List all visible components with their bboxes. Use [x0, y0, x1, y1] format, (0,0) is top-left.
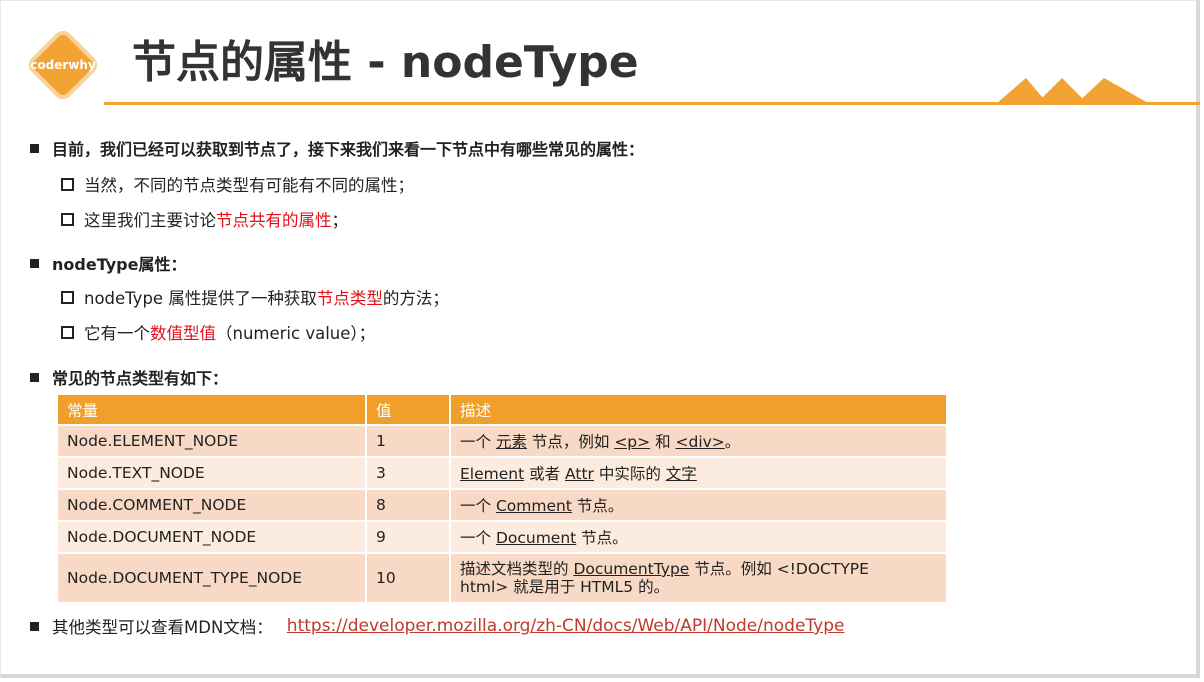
bullet-text: 常见的节点类型有如下： — [52, 369, 229, 388]
desc-text: 或者 — [524, 465, 566, 483]
hollow-square-icon — [61, 212, 74, 226]
highlight-text: 节点类型 — [316, 289, 383, 308]
page-title: 节点的属性 - nodeType — [132, 37, 639, 88]
table-row: Node.DOCUMENT_TYPE_NODE 10 描述文档类型的 Docum… — [58, 552, 948, 602]
cell-value: 1 — [366, 424, 451, 457]
cell-constant: Node.DOCUMENT_NODE — [58, 520, 367, 553]
desc-text: 一个 — [460, 529, 496, 547]
element-link[interactable]: 元素 — [496, 433, 527, 451]
sub-bullet-nodetype-method: nodeType 属性提供了一种获取 节点类型 的方法； — [61, 285, 449, 309]
desc-text: 一个 — [460, 433, 496, 451]
bullet-square-icon — [30, 143, 39, 153]
cell-description: 描述文档类型的 DocumentType 节点。例如 <!DOCTYPE html… — [450, 552, 948, 602]
header-description: 描述 — [450, 395, 948, 425]
table-row: Node.DOCUMENT_NODE 9 一个 Document 节点。 — [58, 520, 948, 553]
bullet-common-types: 常见的节点类型有如下： — [30, 365, 228, 389]
cell-value: 9 — [366, 520, 451, 553]
hollow-square-icon — [61, 177, 74, 191]
sub-bullet-text-post: ； — [331, 211, 349, 230]
desc-text: html> 就是用于 HTML5 的。 — [460, 578, 670, 596]
cell-description: Element 或者 Attr 中实际的 文字 — [450, 456, 948, 489]
cell-description: 一个 Comment 节点。 — [450, 488, 948, 521]
header-value: 值 — [366, 395, 451, 425]
sub-bullet-text-post: （numeric value）； — [216, 324, 376, 343]
sub-bullet-text: 当然，不同的节点类型有可能有不同的属性； — [84, 176, 414, 195]
mdn-docs-link[interactable]: https://developer.mozilla.org/zh-CN/docs… — [287, 616, 845, 636]
p-tag-link[interactable]: <p> — [614, 433, 650, 451]
cell-description: 一个 Document 节点。 — [450, 520, 948, 553]
sub-bullet-text-pre: 它有一个 — [84, 324, 150, 343]
sub-bullet-text-pre: 这里我们主要讨论 — [84, 211, 216, 230]
desc-text: 中实际的 — [593, 465, 666, 483]
coderwhy-logo: coderwhy — [24, 26, 102, 104]
title-underline — [104, 102, 1200, 105]
hollow-square-icon — [61, 290, 74, 304]
sub-bullet-text-pre: nodeType 属性提供了一种获取 — [84, 289, 317, 308]
logo-text: coderwhy — [30, 58, 96, 72]
highlight-text: 节点共有的属性 — [216, 211, 332, 230]
table-row: Node.COMMENT_NODE 8 一个 Comment 节点。 — [58, 488, 948, 521]
attr-link[interactable]: Attr — [565, 465, 594, 483]
bullet-text: 其他类型可以查看MDN文档： — [52, 618, 273, 637]
desc-text: 描述文档类型的 — [460, 560, 574, 578]
text-link[interactable]: 文字 — [666, 465, 697, 483]
sub-bullet-text-post: 的方法； — [382, 289, 449, 308]
desc-text: 节点，例如 — [526, 433, 615, 451]
sub-bullet-shared-properties: 这里我们主要讨论 节点共有的属性； — [61, 207, 348, 231]
bullet-square-icon — [30, 372, 39, 382]
sub-bullet-numeric-value: 它有一个 数值型值 （numeric value）； — [61, 320, 375, 344]
desc-text: 节点。 — [571, 497, 624, 515]
cell-value: 8 — [366, 488, 451, 521]
desc-text: 一个 — [460, 497, 496, 515]
bullet-nodetype: nodeType属性： — [30, 251, 186, 275]
comment-link[interactable]: Comment — [496, 497, 572, 515]
desc-text: 节点。 — [576, 529, 628, 547]
desc-text: 。 — [724, 433, 741, 451]
element-link[interactable]: Element — [460, 465, 524, 483]
bullet-square-icon — [30, 258, 39, 268]
table-row: Node.ELEMENT_NODE 1 一个 元素 节点，例如 <p> 和 <d… — [58, 424, 948, 457]
bullet-intro: 目前，我们已经可以获取到节点了，接下来我们来看一下节点中有哪些常见的属性： — [30, 136, 644, 160]
bullet-square-icon — [30, 621, 39, 631]
cell-constant: Node.TEXT_NODE — [58, 456, 367, 489]
cell-constant: Node.COMMENT_NODE — [58, 488, 367, 521]
bullet-mdn: 其他类型可以查看MDN文档： https://developer.mozilla… — [30, 614, 844, 638]
document-link[interactable]: Document — [496, 529, 576, 547]
table-row: Node.TEXT_NODE 3 Element 或者 Attr 中实际的 文字 — [58, 456, 948, 489]
cell-value: 3 — [366, 456, 451, 489]
sub-bullet-different-types: 当然，不同的节点类型有可能有不同的属性； — [61, 172, 414, 196]
mountains-decoration — [996, 78, 1150, 104]
cell-constant: Node.DOCUMENT_TYPE_NODE — [58, 552, 367, 602]
highlight-text: 数值型值 — [150, 324, 216, 343]
hollow-square-icon — [61, 325, 74, 339]
cell-value: 10 — [366, 552, 451, 602]
documenttype-link[interactable]: DocumentType — [573, 560, 689, 578]
cell-description: 一个 元素 节点，例如 <p> 和 <div>。 — [450, 424, 948, 457]
header-constant: 常量 — [58, 395, 367, 425]
div-tag-link[interactable]: <div> — [676, 433, 725, 451]
bullet-text: nodeType属性： — [52, 255, 187, 274]
desc-text: 和 — [650, 433, 676, 451]
table-header-row: 常量 值 描述 — [58, 395, 948, 425]
node-types-table: 常量 值 描述 Node.ELEMENT_NODE 1 一个 元素 节点，例如 … — [58, 395, 948, 602]
desc-text: 节点。例如 <!DOCTYPE — [689, 560, 869, 578]
bullet-text: 目前，我们已经可以获取到节点了，接下来我们来看一下节点中有哪些常见的属性： — [52, 140, 645, 159]
cell-constant: Node.ELEMENT_NODE — [58, 424, 367, 457]
